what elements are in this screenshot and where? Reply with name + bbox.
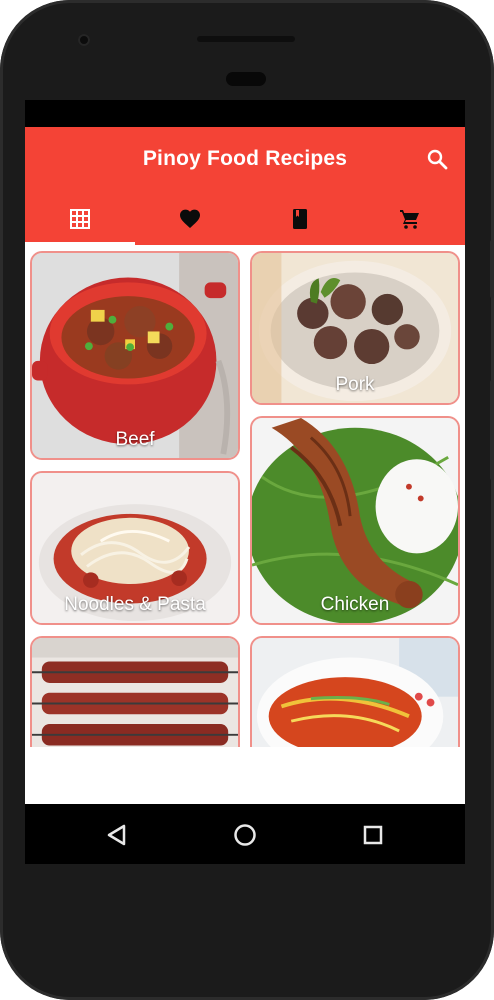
- system-navigation-bar: [25, 804, 465, 864]
- power-button: [490, 240, 494, 298]
- recents-button[interactable]: [358, 820, 388, 850]
- tab-bar: [25, 193, 465, 245]
- home-circle-icon: [234, 824, 256, 846]
- book-icon: [293, 209, 307, 229]
- content-bottom-blank: [25, 747, 465, 804]
- category-grid: Beef Pork Noodles & Pasta Chicken: [25, 245, 465, 804]
- app-bar: Pinoy Food Recipes: [25, 127, 465, 193]
- category-card-beef[interactable]: Beef: [30, 251, 240, 460]
- search-button[interactable]: [425, 147, 449, 171]
- volume-button: [490, 380, 494, 480]
- category-label: Pork: [335, 374, 375, 395]
- screen: Pinoy Food Recipes Beef Pork Noodles & P…: [25, 100, 465, 804]
- category-label: Noodles & Pasta: [64, 594, 206, 615]
- beef-stew-image: [32, 253, 238, 458]
- category-label: Beef: [115, 429, 155, 450]
- tab-favorites[interactable]: [135, 193, 245, 245]
- cart-icon: [400, 210, 419, 229]
- recents-square-icon: [363, 825, 383, 845]
- app-title: Pinoy Food Recipes: [142, 147, 348, 170]
- tab-cart[interactable]: [355, 193, 465, 245]
- category-card-pork[interactable]: Pork: [250, 251, 460, 405]
- heart-icon: [180, 209, 200, 228]
- tab-recipes-book[interactable]: [245, 193, 355, 245]
- back-button[interactable]: [102, 820, 132, 850]
- grid-icon: [70, 209, 90, 229]
- search-icon: [427, 149, 448, 170]
- category-card-chicken[interactable]: Chicken: [250, 416, 460, 625]
- front-camera: [78, 34, 90, 46]
- home-button[interactable]: [230, 820, 260, 850]
- category-label: Chicken: [320, 594, 390, 615]
- tab-grid[interactable]: [25, 193, 135, 245]
- category-card-noodles-pasta[interactable]: Noodles & Pasta: [30, 471, 240, 625]
- back-triangle-icon: [107, 824, 126, 846]
- grilled-chicken-image: [252, 418, 458, 623]
- earpiece-speaker: [197, 36, 295, 42]
- speaker-slot: [226, 72, 266, 86]
- status-bar: [25, 100, 465, 127]
